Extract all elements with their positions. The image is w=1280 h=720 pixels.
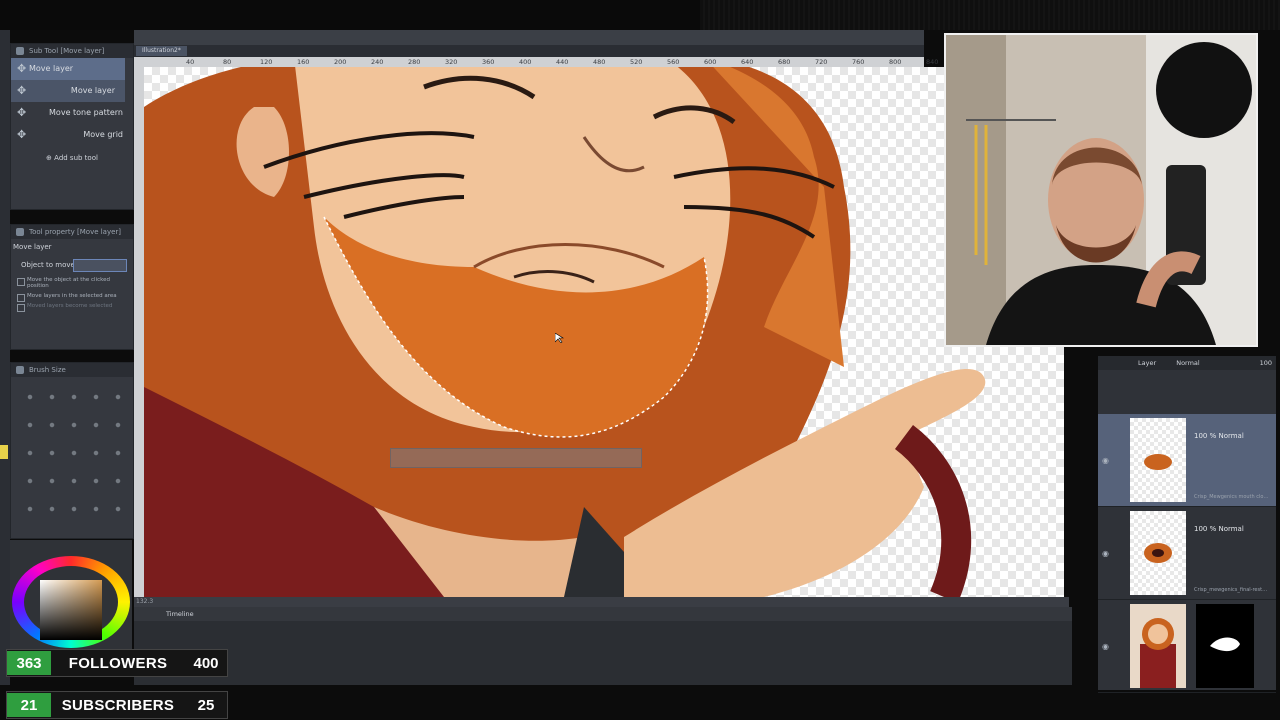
ruler-tick: 440 <box>556 58 569 66</box>
ruler-tick: 400 <box>519 58 532 66</box>
brush-size-presets[interactable] <box>19 383 127 533</box>
ruler-tick: 200 <box>334 58 347 66</box>
layer-panel: Layer Normal 100 ◉ 100 % Normal Crisp_Me… <box>1098 356 1276 693</box>
top-bar-decoration <box>700 0 1280 30</box>
sub-tool-move-layer-2[interactable]: ✥ Move layer <box>11 80 125 102</box>
ruler-tick: 480 <box>593 58 606 66</box>
blend-mode-select[interactable]: Normal <box>1176 359 1200 367</box>
ruler-tick: 520 <box>630 58 643 66</box>
ruler-tick: 680 <box>778 58 791 66</box>
color-saturation-square[interactable] <box>40 580 102 640</box>
move-icon: ✥ <box>17 106 27 119</box>
sub-tool-panel-header: Sub Tool [Move layer] <box>11 44 133 58</box>
layer-thumbnail <box>1130 418 1186 502</box>
tool-property-name: Move layer <box>13 243 52 251</box>
sub-tool-panel: Sub Tool [Move layer] ✥ Move layer ✥ Mov… <box>10 43 134 210</box>
ruler-tick: 600 <box>704 58 717 66</box>
subscribers-counter: 21 SUBSCRIBERS 25 <box>6 691 228 719</box>
ruler-tick: 800 <box>889 58 902 66</box>
layer-thumbnail <box>1130 511 1186 595</box>
subscribers-current: 21 <box>7 693 51 717</box>
followers-counter: 363 FOLLOWERS 400 <box>6 649 228 677</box>
eye-icon[interactable]: ◉ <box>1102 549 1109 558</box>
color-indicator[interactable] <box>0 445 8 459</box>
canvas-status-bar: 132.3 <box>134 597 1069 607</box>
option-selected-area[interactable]: Move layers in the selected area <box>11 291 133 302</box>
canvas-tab-bar: Illustration2* <box>134 45 924 57</box>
layer-thumbnail <box>1130 604 1186 688</box>
option-clicked-position[interactable]: Move the object at the clicked position <box>11 275 133 291</box>
ruler-tick: 560 <box>667 58 680 66</box>
followers-current: 363 <box>7 651 51 675</box>
ruler-tick: 840 <box>926 58 939 66</box>
webcam-image <box>946 35 1256 345</box>
ruler-tick: 80 <box>223 58 232 66</box>
move-icon: ✥ <box>17 84 27 97</box>
ruler-tick: 320 <box>445 58 458 66</box>
ruler-tick: 360 <box>482 58 495 66</box>
brush-size-header: Brush Size <box>11 363 133 377</box>
object-to-move-row: Object to move <box>11 255 133 275</box>
layer-row-character[interactable]: ◉ <box>1098 600 1276 693</box>
layer-panel-header: Layer Normal 100 <box>1098 356 1276 370</box>
timeline-header: Timeline <box>134 607 1072 621</box>
layer-row-mouth-closed[interactable]: ◉ 100 % Normal Crisp_Mewgenics mouth clo… <box>1098 414 1276 507</box>
ruler-tick: 240 <box>371 58 384 66</box>
zoom-value[interactable]: 132.3 <box>136 598 153 605</box>
followers-label: FOLLOWERS <box>68 654 168 672</box>
layer-row-final[interactable]: ◉ 100 % Normal Crisp_mewgenics_final-res… <box>1098 507 1276 600</box>
ruler-tick: 640 <box>741 58 754 66</box>
ruler-tick: 160 <box>297 58 310 66</box>
webcam-feed <box>944 33 1258 347</box>
ruler-tick: 40 <box>186 58 195 66</box>
opacity-value[interactable]: 100 <box>1260 356 1272 370</box>
subscribers-goal: 25 <box>197 696 215 714</box>
canvas-tab[interactable]: Illustration2* <box>136 46 187 56</box>
plus-icon: ⊕ <box>46 154 52 162</box>
top-bar <box>0 0 1280 30</box>
layer-tab[interactable]: Layer <box>1138 359 1156 367</box>
sub-tool-move-layer[interactable]: ✥ Move layer <box>11 58 125 80</box>
followers-goal: 400 <box>193 654 219 672</box>
brush-icon <box>16 366 24 374</box>
eye-icon[interactable]: ◉ <box>1102 642 1109 651</box>
canvas-artwork[interactable] <box>144 67 1064 597</box>
option-become-selected[interactable]: Moved layers become selected <box>11 301 133 312</box>
selection-launcher-bar[interactable] <box>390 448 642 468</box>
move-icon: ✥ <box>17 62 27 75</box>
illustration <box>144 67 986 597</box>
sub-tool-move-grid[interactable]: ✥ Move grid <box>11 124 133 146</box>
add-sub-tool-button[interactable]: ⊕ Add sub tool <box>11 154 133 162</box>
object-to-move-selector[interactable] <box>73 259 127 272</box>
wrench-icon <box>16 228 24 236</box>
sub-tool-move-tone-pattern[interactable]: ✥ Move tone pattern <box>11 102 133 124</box>
vertical-ruler <box>134 67 144 597</box>
ruler-tick: 720 <box>815 58 828 66</box>
tool-property-panel: Tool property [Move layer] Move layer Ob… <box>10 224 134 350</box>
layer-mask-thumbnail <box>1196 604 1254 688</box>
ruler-tick: 760 <box>852 58 865 66</box>
move-cursor-icon <box>554 328 565 344</box>
canvas-command-bar[interactable] <box>134 30 924 45</box>
move-tool-icon <box>16 47 24 55</box>
left-dock-strip <box>0 30 10 685</box>
tool-property-header: Tool property [Move layer] <box>11 225 133 239</box>
eye-icon[interactable]: ◉ <box>1102 456 1109 465</box>
ruler-tick: 120 <box>260 58 273 66</box>
subscribers-label: SUBSCRIBERS <box>61 696 175 714</box>
timeline-panel: Timeline <box>134 607 1072 685</box>
brush-size-panel: Brush Size <box>10 362 134 539</box>
horizontal-ruler: 40 80 120 160 200 240 280 320 360 400 440 480 520 560… <box>134 57 938 67</box>
move-icon: ✥ <box>17 128 27 141</box>
ruler-tick: 280 <box>408 58 421 66</box>
